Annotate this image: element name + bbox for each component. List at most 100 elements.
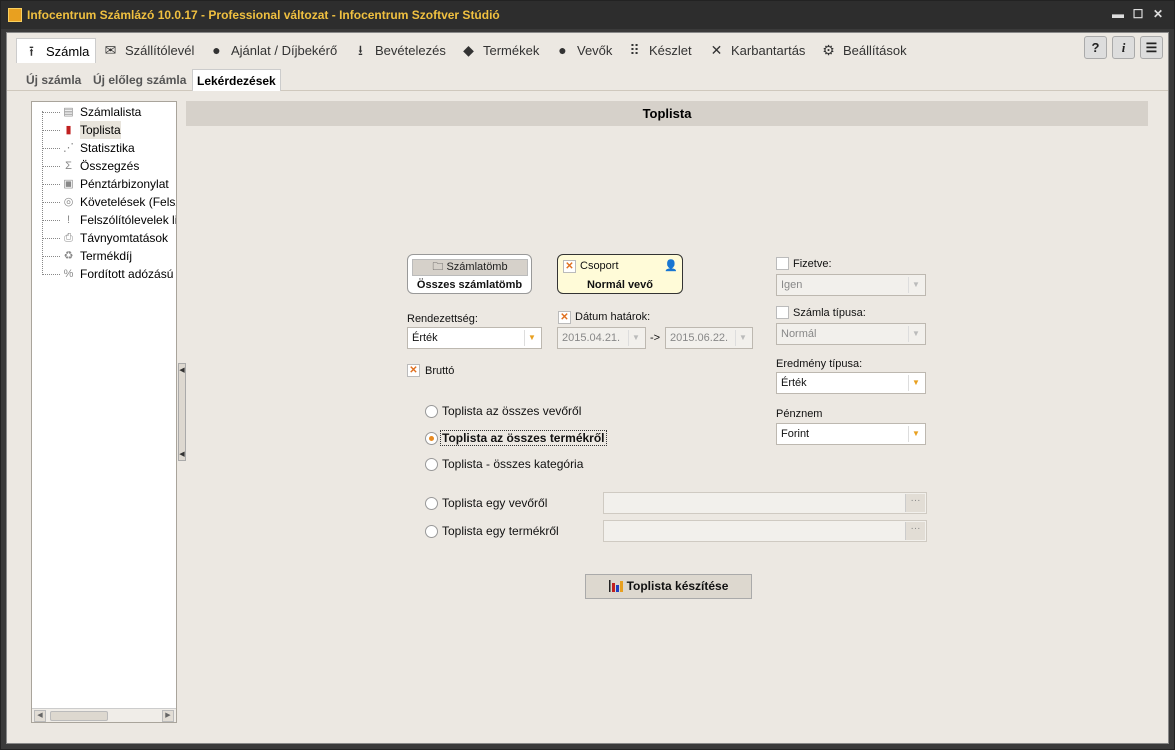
szamlatomb-button[interactable]: 🗀 Számlatömb — [412, 259, 528, 276]
menu-termekek[interactable]: ◆ Termékek — [460, 38, 539, 63]
upload-icon: ⭱ — [29, 42, 34, 59]
client-area: ⭱ Számla ✉ Szállítólevél ● Ajánlat / Díjbek… — [6, 32, 1169, 744]
chevron-down-icon[interactable]: ▼ — [908, 426, 923, 442]
tree-item-forditott-adozasu[interactable]: % Fordított adózású t — [32, 265, 176, 283]
scroll-right-icon[interactable]: ▶ — [162, 710, 174, 722]
panel-splitter[interactable]: ◀ ◀ — [178, 363, 186, 461]
menu-beallitasok[interactable]: ⚙ Beállítások — [820, 38, 906, 63]
tab-uj-szamla[interactable]: Új számla — [22, 69, 85, 91]
csoport-label: Csoport — [580, 260, 619, 272]
radio-osszes-termek[interactable] — [425, 432, 438, 445]
scroll-left-icon[interactable]: ◀ — [34, 710, 46, 722]
chevron-down-icon[interactable]: ▼ — [908, 326, 923, 342]
scroll-thumb[interactable] — [50, 711, 108, 721]
list-button[interactable]: ☰ — [1140, 36, 1163, 59]
main-menu: ⭱ Számla ✉ Szállítólevél ● Ajánlat / Díjbek… — [7, 33, 1168, 67]
szamlatomb-card[interactable]: 🗀 Számlatömb Összes számlatömb — [407, 254, 532, 294]
tree-item-termekdij[interactable]: ♻ Termékdíj — [32, 247, 132, 265]
handshake-icon: ● — [212, 42, 221, 58]
brutto-checkbox[interactable]: ✕ — [407, 364, 420, 377]
recycle-icon: ♻ — [63, 250, 74, 262]
option-egy-vevo-label[interactable]: Toplista egy vevőről — [442, 496, 547, 510]
radio-egy-vevo[interactable] — [425, 497, 438, 510]
info-button[interactable]: i — [1112, 36, 1135, 59]
option-osszes-termek-label[interactable]: Toplista az összes termékről — [440, 430, 607, 446]
toplista-keszitese-button[interactable]: Toplista készítése — [585, 574, 752, 599]
chevron-down-icon[interactable]: ▼ — [628, 330, 643, 346]
collapse-up-icon[interactable]: ◀ — [179, 366, 185, 374]
cash-register-icon: ▣ — [63, 178, 74, 190]
rendezettseg-select[interactable]: Érték ▼ — [407, 327, 542, 349]
csoport-card[interactable]: ✕ Csoport 👤 Normál vevő — [557, 254, 683, 294]
penznem-label: Pénznem — [776, 408, 823, 420]
menu-bevetelezes[interactable]: ⭳ Bevételezés — [352, 38, 446, 63]
close-button[interactable]: ✕ — [1151, 7, 1165, 21]
option-egy-termek-label[interactable]: Toplista egy termékről — [442, 524, 559, 538]
maximize-button[interactable]: ☐ — [1131, 7, 1145, 21]
brutto-label: Bruttó — [425, 365, 455, 377]
radio-egy-termek[interactable] — [425, 525, 438, 538]
datum-to-picker[interactable]: 2015.06.22. ▼ — [665, 327, 753, 349]
menu-vevok[interactable]: ● Vevők — [554, 38, 612, 63]
fizetve-checkbox[interactable] — [776, 257, 789, 270]
penznem-select[interactable]: Forint ▼ — [776, 423, 926, 445]
minimize-button[interactable]: ▬ — [1111, 7, 1125, 21]
option-osszes-kategoria-label[interactable]: Toplista - összes kategória — [442, 457, 583, 471]
tab-lekerdezesek[interactable]: Lekérdezések — [192, 69, 281, 91]
tree-item-felszolitolevelek[interactable]: ! Felszólítólevelek li — [32, 211, 176, 229]
tree-item-tavnyomtatasok[interactable]: ⎙ Távnyomtatások — [32, 229, 168, 247]
chevron-down-icon[interactable]: ▼ — [735, 330, 750, 346]
printer-icon: ⎙ — [64, 232, 73, 244]
radio-osszes-vevo[interactable] — [425, 405, 438, 418]
tree-item-statisztika[interactable]: ⋰ Statisztika — [32, 139, 135, 157]
browse-termek-button[interactable]: ··· — [905, 522, 925, 540]
radio-osszes-kategoria[interactable] — [425, 458, 438, 471]
sub-tabs: Új számla Új előleg számla Lekérdezések — [7, 67, 1168, 91]
tree-item-osszegzes[interactable]: Σ Összegzés — [32, 157, 139, 175]
menu-karbantartas[interactable]: ✕ Karbantartás — [708, 38, 806, 63]
eredmeny-tipusa-select[interactable]: Érték ▼ — [776, 372, 926, 394]
tree-item-penztarbizonylat[interactable]: ▣ Pénztárbizonylat — [32, 175, 169, 193]
vevo-picker-field[interactable]: ··· — [603, 492, 927, 514]
chevron-down-icon[interactable]: ▼ — [908, 375, 923, 391]
tree-item-kovetelesek[interactable]: ◎ Követelések (Felsz — [32, 193, 176, 211]
menu-szallitolevel[interactable]: ✉ Szállítólevél — [102, 38, 195, 63]
person-icon[interactable]: 👤 — [664, 259, 678, 272]
tab-uj-eloleg-szamla[interactable]: Új előleg számla — [89, 69, 190, 91]
chevron-down-icon[interactable]: ▼ — [524, 330, 539, 346]
tree-item-toplista[interactable]: ▮ Toplista — [32, 121, 121, 139]
browse-vevo-button[interactable]: ··· — [905, 494, 925, 512]
szamla-tipusa-checkbox[interactable] — [776, 306, 789, 319]
tools-icon: ✕ — [710, 42, 723, 58]
szamla-tipusa-select[interactable]: Normál ▼ — [776, 323, 926, 345]
line-chart-icon: ⋰ — [63, 142, 74, 154]
percent-icon: % — [63, 268, 74, 280]
folder-icon: 🗀 — [432, 261, 447, 273]
szamla-tipusa-label: Számla típusa: — [793, 307, 866, 319]
coins-icon: ◎ — [63, 196, 74, 208]
csoport-checkbox[interactable]: ✕ — [563, 260, 576, 273]
collapse-down-icon[interactable]: ◀ — [179, 450, 185, 458]
document-icon: ▤ — [63, 106, 74, 118]
termek-picker-field[interactable]: ··· — [603, 520, 927, 542]
app-icon — [8, 8, 22, 22]
title-bar[interactable]: Infocentrum Számlázó 10.0.17 - Professio… — [1, 1, 1174, 29]
query-tree: ▤ Számlalista ▮ Toplista ⋰ Statisztika Σ Öss… — [31, 101, 177, 723]
rendezettseg-label: Rendezettség: — [407, 313, 478, 325]
tree-horizontal-scrollbar[interactable]: ◀ ▶ — [32, 708, 176, 722]
window-title: Infocentrum Számlázó 10.0.17 - Professio… — [27, 8, 500, 22]
help-button[interactable]: ? — [1084, 36, 1107, 59]
tree-item-szamlalista[interactable]: ▤ Számlalista — [32, 103, 141, 121]
menu-ajanlat[interactable]: ● Ajánlat / Díjbekérő — [208, 38, 337, 63]
menu-szamla[interactable]: ⭱ Számla — [16, 38, 97, 63]
fizetve-label: Fizetve: — [793, 258, 832, 270]
option-osszes-vevo-label[interactable]: Toplista az összes vevőről — [442, 404, 581, 418]
bar-chart-icon — [608, 579, 623, 592]
datum-hatarok-checkbox[interactable]: ✕ — [558, 311, 571, 324]
envelope-icon: ✉ — [104, 42, 117, 58]
chevron-down-icon[interactable]: ▼ — [908, 277, 923, 293]
eredmeny-tipusa-label: Eredmény típusa: — [776, 358, 863, 370]
fizetve-select[interactable]: Igen ▼ — [776, 274, 926, 296]
datum-from-picker[interactable]: 2015.04.21. ▼ — [557, 327, 646, 349]
menu-keszlet[interactable]: ⠿ Készlet — [626, 38, 691, 63]
